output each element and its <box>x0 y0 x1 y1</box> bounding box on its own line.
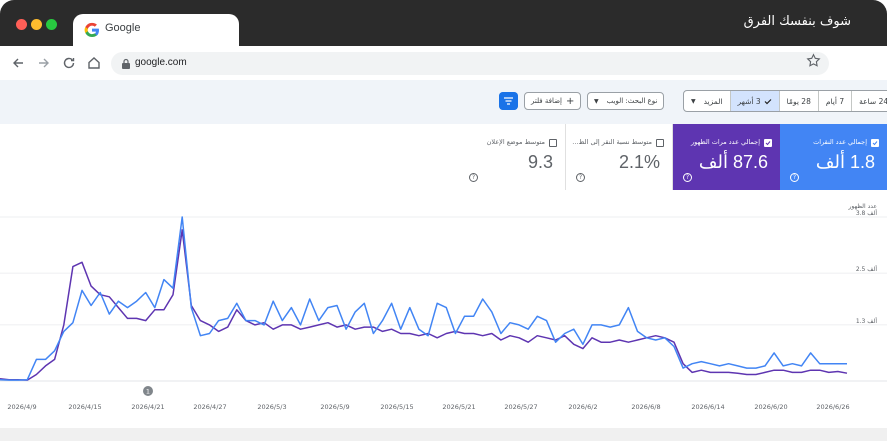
date-range-3m[interactable]: 3 أشهر <box>729 91 779 111</box>
tab-title: Google <box>105 22 141 34</box>
series-line <box>0 216 847 381</box>
y-tick-label: 1.3 ألف <box>856 317 877 325</box>
search-type-label: نوع البحث: الويب <box>606 97 658 105</box>
metric-cards: إجمالي عدد النقرات 1.8 ألف ? إجمالي عدد … <box>459 124 887 190</box>
forward-arrow-icon[interactable] <box>36 55 52 71</box>
metric-value: 9.3 <box>527 152 553 172</box>
help-icon[interactable]: ? <box>790 173 799 182</box>
x-tick-label: 2026/6/20 <box>754 403 787 411</box>
metric-label: متوسط موضع الإعلان <box>486 138 545 146</box>
help-icon[interactable]: ? <box>683 173 692 182</box>
filter-settings-icon[interactable] <box>499 92 518 110</box>
checkbox-checked[interactable] <box>871 139 879 147</box>
series-line <box>0 229 848 381</box>
date-range-24h[interactable]: 24 ساعة <box>851 91 887 111</box>
overlay-caption: شوف بنفسك الفرق <box>743 14 851 29</box>
maximize-window-button[interactable] <box>46 19 57 30</box>
add-filter-label: إضافة فلتر <box>531 97 562 105</box>
performance-chart: عدد الظهور 3.8 ألف 2.5 ألف 1.3 ألف 2026/4/… <box>0 203 887 411</box>
x-axis-ticks: 2026/4/9 2026/4/15 2026/4/21 2026/4/27 2026/… <box>7 403 849 411</box>
close-window-button[interactable] <box>16 19 27 30</box>
checkmark-icon <box>765 141 771 146</box>
x-tick-label: 2026/6/2 <box>568 403 597 411</box>
plus-icon: + <box>565 95 575 107</box>
checkmark-icon <box>764 98 772 104</box>
url-text: google.com <box>135 57 187 68</box>
x-tick-label: 2026/6/14 <box>691 403 724 411</box>
x-tick-label: 2026/5/9 <box>320 403 349 411</box>
back-arrow-icon[interactable] <box>10 55 26 71</box>
x-tick-label: 2026/5/15 <box>380 403 413 411</box>
help-icon[interactable]: ? <box>469 173 478 182</box>
bookmark-star-icon[interactable] <box>806 53 821 68</box>
x-tick-label: 2026/5/27 <box>504 403 537 411</box>
checkmark-icon <box>872 141 878 146</box>
browser-titlebar: Google شوف بنفسك الفرق <box>0 0 887 46</box>
metric-card-ctr[interactable]: متوسط نسبة النقر إلى الظ... 2.1% ? <box>566 124 673 190</box>
reload-icon[interactable] <box>61 55 77 71</box>
google-logo-icon <box>84 22 99 37</box>
checkbox-unchecked[interactable] <box>549 139 557 147</box>
metric-card-position[interactable]: متوسط موضع الإعلان 9.3 ? <box>459 124 566 190</box>
x-tick-label: 2026/4/27 <box>193 403 226 411</box>
x-tick-label: 2026/6/8 <box>631 403 660 411</box>
date-range-28d[interactable]: 28 يومًا <box>778 91 818 111</box>
date-range-7d[interactable]: 7 أيام <box>817 91 851 111</box>
x-tick-label: 2026/6/26 <box>816 403 849 411</box>
address-bar-row: google.com <box>0 46 887 80</box>
y-axis-title: عدد الظهور <box>848 203 878 210</box>
metric-label: إجمالي عدد مرات الظهور <box>691 138 760 146</box>
checkbox-unchecked[interactable] <box>656 139 664 147</box>
x-tick-label: 2026/5/21 <box>442 403 475 411</box>
search-type-filter[interactable]: نوع البحث: الويب ▼ <box>587 92 665 110</box>
metric-value: 87.6 ألف <box>698 152 768 172</box>
url-field[interactable]: google.com <box>111 52 829 75</box>
gridlines <box>0 216 887 382</box>
add-filter-button[interactable]: + إضافة فلتر <box>524 92 582 110</box>
y-axis-ticks: 3.8 ألف 2.5 ألف 1.3 ألف <box>856 209 877 325</box>
chart-series <box>0 216 848 381</box>
date-range-3m-label: 3 أشهر <box>737 96 761 106</box>
x-tick-label: 2026/4/9 <box>7 403 36 411</box>
annotation-label: 1 <box>146 388 150 396</box>
metric-card-impressions[interactable]: إجمالي عدد مرات الظهور 87.6 ألف ? <box>673 124 780 190</box>
annotation-marker[interactable]: 1 <box>143 386 153 396</box>
date-range-selector: 24 ساعة 7 أيام 28 يومًا 3 أشهر المزيد ▼ <box>683 90 887 112</box>
report-toolbar: 24 ساعة 7 أيام 28 يومًا 3 أشهر المزيد ▼ … <box>0 80 887 124</box>
bottom-edge <box>0 428 887 441</box>
y-tick-label: 3.8 ألف <box>856 209 877 217</box>
home-icon[interactable] <box>86 55 102 71</box>
x-tick-label: 2026/4/15 <box>68 403 101 411</box>
dropdown-arrow-icon: ▼ <box>594 97 599 105</box>
metric-label: متوسط نسبة النقر إلى الظ... <box>572 138 652 146</box>
metric-value: 2.1% <box>618 152 660 172</box>
site-info-icon[interactable] <box>121 58 131 69</box>
date-range-more[interactable]: المزيد ▼ <box>684 91 729 111</box>
checkbox-checked[interactable] <box>764 139 772 147</box>
dropdown-arrow-icon: ▼ <box>691 97 696 105</box>
date-range-more-label: المزيد <box>703 96 723 106</box>
metric-label: إجمالي عدد النقرات <box>813 138 867 146</box>
metric-value: 1.8 ألف <box>815 152 875 172</box>
minimize-window-button[interactable] <box>31 19 42 30</box>
y-tick-label: 2.5 ألف <box>856 265 877 273</box>
x-tick-label: 2026/4/21 <box>131 403 164 411</box>
metric-card-clicks[interactable]: إجمالي عدد النقرات 1.8 ألف ? <box>780 124 887 190</box>
help-icon[interactable]: ? <box>576 173 585 182</box>
x-tick-label: 2026/5/3 <box>257 403 286 411</box>
browser-tab-google[interactable]: Google <box>73 14 239 46</box>
